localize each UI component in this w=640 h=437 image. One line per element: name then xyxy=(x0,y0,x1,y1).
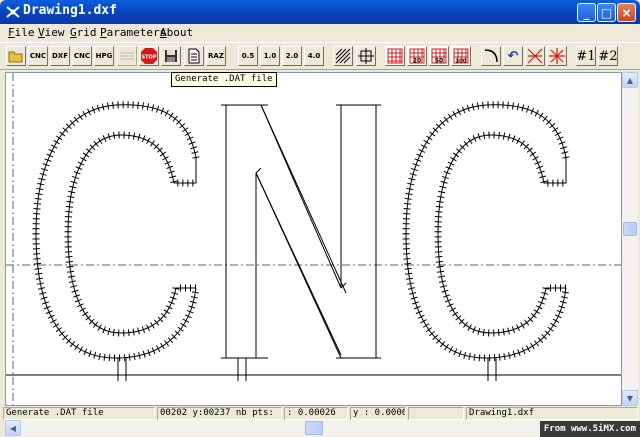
cnc-label: CNC xyxy=(29,51,47,60)
grid-lines-icon xyxy=(120,52,134,60)
menu-bar: File View Grid Parameters About xyxy=(0,24,640,42)
scale-40-label: 4.0 xyxy=(307,51,321,60)
red-grid-50-icon: 50 xyxy=(431,48,447,64)
status-empty xyxy=(408,407,464,420)
letter-c-left xyxy=(32,101,200,381)
status-bar: Generate .DAT file 00202 y:00237 nb pts:… xyxy=(0,406,640,420)
vertical-scrollbar[interactable]: ▲ ▼ xyxy=(622,72,638,406)
grid-50-button[interactable]: 50 xyxy=(429,46,449,66)
cross-star-button[interactable] xyxy=(547,46,567,66)
cnc2-label: CNC xyxy=(73,51,91,60)
mark-2-label: #2 xyxy=(598,48,618,64)
scale-05-button[interactable]: 0.5 xyxy=(238,46,258,66)
menu-about[interactable]: About xyxy=(160,26,193,39)
svg-text:STOP: STOP xyxy=(142,55,157,61)
scale-10-button[interactable]: 1.0 xyxy=(260,46,280,66)
tooltip: Generate .DAT file xyxy=(171,72,277,87)
scale-20-label: 2.0 xyxy=(285,51,299,60)
mark-1-button[interactable]: #1 xyxy=(576,46,596,66)
status-filename: Drawing1.dxf xyxy=(466,407,638,420)
cnc-drawing xyxy=(6,73,621,405)
status-message: Generate .DAT file xyxy=(3,407,155,420)
scale-40-button[interactable]: 4.0 xyxy=(304,46,324,66)
crosshair-icon xyxy=(358,48,374,64)
scale-10-label: 1.0 xyxy=(263,51,277,60)
open-button[interactable] xyxy=(6,46,26,66)
scale-20-button[interactable]: 2.0 xyxy=(282,46,302,66)
app-icon xyxy=(6,6,20,18)
watermark: From www.5iMX.com xyxy=(539,421,640,437)
grid-100-button[interactable]: 100 xyxy=(451,46,471,66)
dxf-button[interactable]: DXF xyxy=(50,46,70,66)
cnc-button[interactable]: CNC xyxy=(28,46,48,66)
raz-button[interactable]: RAZ xyxy=(206,46,226,66)
menu-view[interactable]: View xyxy=(38,26,65,39)
menu-grid[interactable]: Grid xyxy=(70,26,97,39)
red-grid-icon xyxy=(387,48,403,64)
stop-icon: STOP xyxy=(141,48,157,64)
grid-1-button[interactable] xyxy=(385,46,405,66)
maximize-button[interactable]: □ xyxy=(597,3,616,22)
red-grid-100-icon: 100 xyxy=(453,48,469,64)
drawing-canvas[interactable] xyxy=(5,72,622,406)
grid-20-label: 20 xyxy=(413,58,421,65)
red-x-icon xyxy=(527,48,543,64)
hpgl-label: HPG xyxy=(95,51,113,60)
mark-2-button[interactable]: #2 xyxy=(598,46,618,66)
raz-label: RAZ xyxy=(208,51,224,60)
dxf-label: DXF xyxy=(52,51,68,60)
stop-button[interactable]: STOP xyxy=(139,46,159,66)
mark-1-label: #1 xyxy=(576,48,596,64)
floppy-icon xyxy=(165,50,177,62)
toolbar: CNC DXF CNC HPG STOP RAZ 0.5 1.0 2.0 4.0… xyxy=(0,42,640,70)
document-icon xyxy=(188,48,200,64)
arc-button[interactable] xyxy=(481,46,501,66)
status-coords: 00202 y:00237 nb pts: xyxy=(157,407,282,420)
letter-n xyxy=(221,104,381,381)
status-x-readout: : 0.00026 xyxy=(284,407,348,420)
undo-icon: ↶ xyxy=(507,48,519,64)
scroll-left-button[interactable]: ◀ xyxy=(5,420,21,436)
horizontal-scroll-thumb[interactable] xyxy=(305,421,323,435)
cross-x-button[interactable] xyxy=(525,46,545,66)
grid-20-button[interactable]: 20 xyxy=(407,46,427,66)
red-grid-20-icon: 20 xyxy=(409,48,425,64)
red-star-icon xyxy=(549,48,565,64)
title-bar: Drawing1.dxf _ □ × xyxy=(0,0,640,24)
arc-icon xyxy=(484,49,498,63)
scroll-down-button[interactable]: ▼ xyxy=(622,390,638,406)
window-title: Drawing1.dxf xyxy=(23,3,117,18)
grid-50-label: 50 xyxy=(435,58,443,65)
folder-icon xyxy=(8,51,23,63)
hatch-icon xyxy=(335,48,351,64)
letter-c-right xyxy=(402,101,570,381)
disabled-button[interactable] xyxy=(117,46,137,66)
hpgl-button[interactable]: HPG xyxy=(94,46,114,66)
generate-dat-button[interactable] xyxy=(184,46,204,66)
menu-parameters[interactable]: Parameters xyxy=(100,26,166,39)
close-button[interactable]: × xyxy=(617,3,636,22)
status-y-readout: y : 0.0006 xyxy=(350,407,406,420)
origin-button[interactable] xyxy=(356,46,376,66)
grid-100-label: 100 xyxy=(455,59,467,65)
scale-05-label: 0.5 xyxy=(241,51,255,60)
hatch-button[interactable] xyxy=(333,46,353,66)
vertical-scroll-thumb[interactable] xyxy=(623,222,637,236)
minimize-button[interactable]: _ xyxy=(577,3,596,22)
menu-file[interactable]: File xyxy=(8,26,35,39)
scroll-up-button[interactable]: ▲ xyxy=(622,72,638,88)
cnc2-button[interactable]: CNC xyxy=(72,46,92,66)
save-button[interactable] xyxy=(161,46,181,66)
undo-button[interactable]: ↶ xyxy=(503,46,523,66)
